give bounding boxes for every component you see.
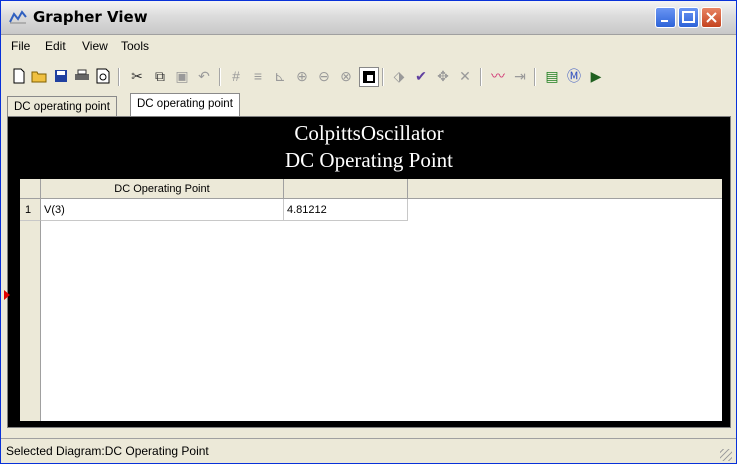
print-preview-icon[interactable] — [94, 67, 112, 85]
splitter-marker-icon — [4, 290, 10, 300]
toolbar: ✂ ⧉ ▣ ↶ # ≡ ⊾ ⊕ ⊖ ⊗ ⬗ ✔ ✥ ✕ 〰 ⇥ ▤ Ⓜ ▶ — [1, 59, 736, 93]
menu-view[interactable]: View — [82, 39, 108, 53]
data-grid: DC Operating Point 1 V(3) 4.81212 — [20, 179, 722, 421]
undo-icon[interactable]: ↶ — [195, 67, 213, 85]
maximize-button[interactable] — [678, 7, 699, 28]
circuit-title: ColpittsOscillator — [294, 121, 444, 145]
close-button[interactable] — [701, 7, 722, 28]
row-number: 1 — [20, 199, 41, 221]
lines-icon[interactable]: ≡ — [249, 67, 267, 85]
tab-strip: DC operating point DC operating point — [1, 93, 736, 117]
toolbar-separator — [534, 68, 536, 86]
row-header-column — [20, 199, 41, 421]
toolbar-separator — [382, 68, 384, 86]
toggle-background-icon[interactable] — [359, 67, 379, 87]
toolbar-separator — [480, 68, 482, 86]
report-icon[interactable]: ▤ — [543, 67, 561, 85]
cursor-remove-icon[interactable]: ✕ — [456, 67, 474, 85]
print-icon[interactable] — [73, 67, 91, 85]
cut-icon[interactable]: ✂ — [128, 67, 146, 85]
grapher-window: Grapher View File Edit View Tools ✂ ⧉ ▣ … — [0, 0, 737, 464]
tab-dc-operating-point-1[interactable]: DC operating point — [7, 96, 117, 116]
grid-icon[interactable]: # — [227, 67, 245, 85]
resize-grip-icon[interactable] — [720, 449, 732, 461]
menu-bar: File Edit View Tools — [1, 35, 736, 57]
zoom-fit-icon[interactable]: ⊗ — [337, 67, 355, 85]
zoom-in-icon[interactable]: ⊕ — [293, 67, 311, 85]
column-header-name[interactable]: DC Operating Point — [41, 179, 284, 199]
grapher-panel: ColpittsOscillator DC Operating Point DC… — [7, 116, 731, 428]
window-title: Grapher View — [33, 8, 148, 26]
cursor-alt-icon[interactable]: ✥ — [434, 67, 452, 85]
tag-icon[interactable]: ⬗ — [390, 67, 408, 85]
toolbar-separator — [118, 68, 120, 86]
measure-icon[interactable]: Ⓜ — [565, 67, 583, 85]
column-header-value[interactable] — [284, 179, 408, 199]
menu-edit[interactable]: Edit — [45, 39, 66, 53]
value-cell[interactable]: 4.81212 — [284, 199, 408, 221]
diagram-title-band: ColpittsOscillator DC Operating Point — [8, 117, 730, 179]
new-icon[interactable] — [10, 67, 28, 85]
run-icon[interactable]: ▶ — [587, 67, 605, 85]
variable-name-cell[interactable]: V(3) — [41, 199, 284, 221]
toolbar-separator — [219, 68, 221, 86]
open-folder-icon[interactable] — [31, 67, 49, 85]
export-icon[interactable]: ⇥ — [511, 67, 529, 85]
grapher-app-icon — [9, 10, 27, 24]
column-header-empty — [408, 179, 722, 199]
zoom-out-icon[interactable]: ⊖ — [315, 67, 333, 85]
close-icon — [706, 12, 717, 23]
minimize-icon — [661, 20, 668, 22]
minimize-button[interactable] — [655, 7, 676, 28]
paste-icon[interactable]: ▣ — [173, 67, 191, 85]
status-bar: Selected Diagram:DC Operating Point — [1, 438, 736, 464]
menu-file[interactable]: File — [11, 39, 30, 53]
copy-icon[interactable]: ⧉ — [151, 67, 169, 85]
analysis-title: DC Operating Point — [285, 148, 453, 172]
maximize-icon — [682, 11, 695, 23]
trace-icon[interactable]: 〰 — [489, 67, 507, 85]
menu-tools[interactable]: Tools — [121, 39, 149, 53]
tab-dc-operating-point-2[interactable]: DC operating point — [130, 93, 240, 117]
status-text: Selected Diagram:DC Operating Point — [6, 444, 209, 458]
corner-header[interactable] — [20, 179, 41, 199]
axis-icon[interactable]: ⊾ — [271, 67, 289, 85]
save-icon[interactable] — [52, 67, 70, 85]
cursor-icon[interactable]: ✔ — [412, 67, 430, 85]
title-bar[interactable]: Grapher View — [1, 1, 736, 35]
